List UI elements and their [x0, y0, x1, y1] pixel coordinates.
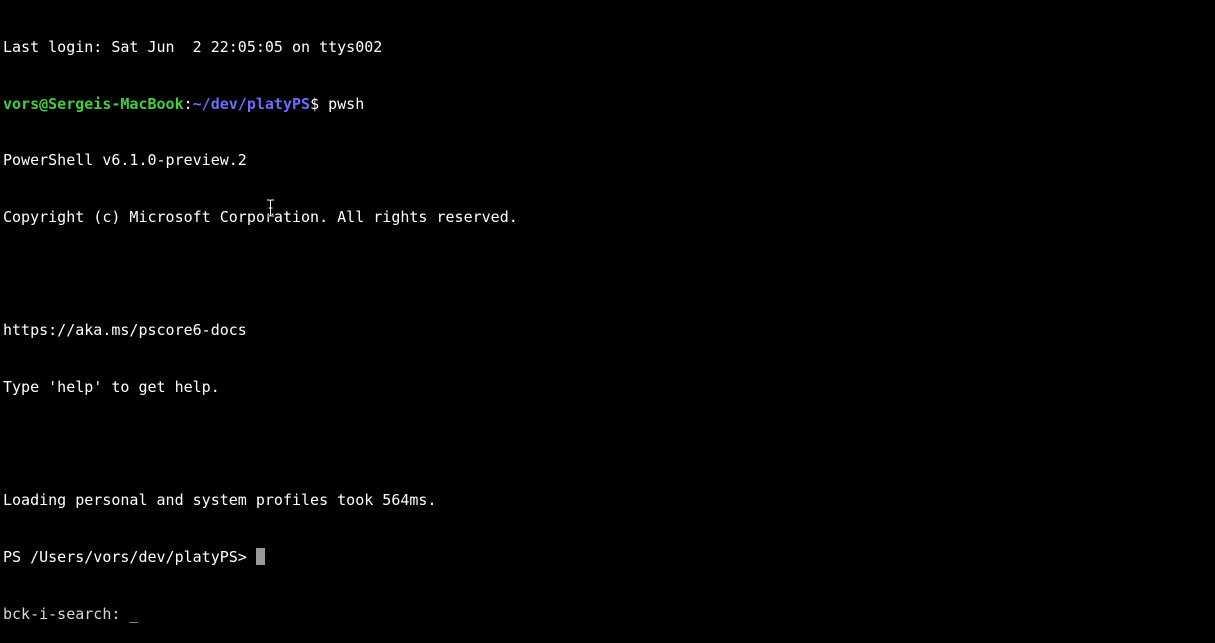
shell-prompt-line: vors@Sergeis-MacBook:~/dev/platyPS$ pwsh	[3, 95, 1215, 114]
prompt-colon: :	[183, 94, 193, 113]
prompt-command: pwsh	[328, 94, 365, 113]
prompt-dollar: $	[310, 94, 329, 113]
text-cursor	[255, 548, 265, 566]
profile-load-line: Loading personal and system profiles too…	[3, 491, 437, 510]
help-hint-line: Type 'help' to get help.	[3, 378, 220, 397]
text-ibeam-cursor-icon	[267, 199, 274, 217]
last-login-line: Last login: Sat Jun 2 22:05:05 on ttys00…	[3, 37, 383, 56]
prompt-user-host: vors@Sergeis-MacBook	[3, 94, 184, 113]
terminal-window[interactable]: Last login: Sat Jun 2 22:05:05 on ttys00…	[3, 0, 1215, 623]
docs-url-line: https://aka.ms/pscore6-docs	[3, 321, 247, 340]
banner-version-line: PowerShell v6.1.0-preview.2	[3, 151, 247, 170]
ps-prompt-text: PS /Users/vors/dev/platyPS>	[3, 548, 256, 567]
ps-prompt-line[interactable]: PS /Users/vors/dev/platyPS>	[3, 548, 1215, 567]
banner-copyright-line: Copyright (c) Microsoft Corporation. All…	[3, 207, 518, 226]
reverse-search-line[interactable]: bck-i-search: _	[3, 605, 1215, 624]
prompt-path: ~/dev/platyPS	[192, 94, 311, 113]
